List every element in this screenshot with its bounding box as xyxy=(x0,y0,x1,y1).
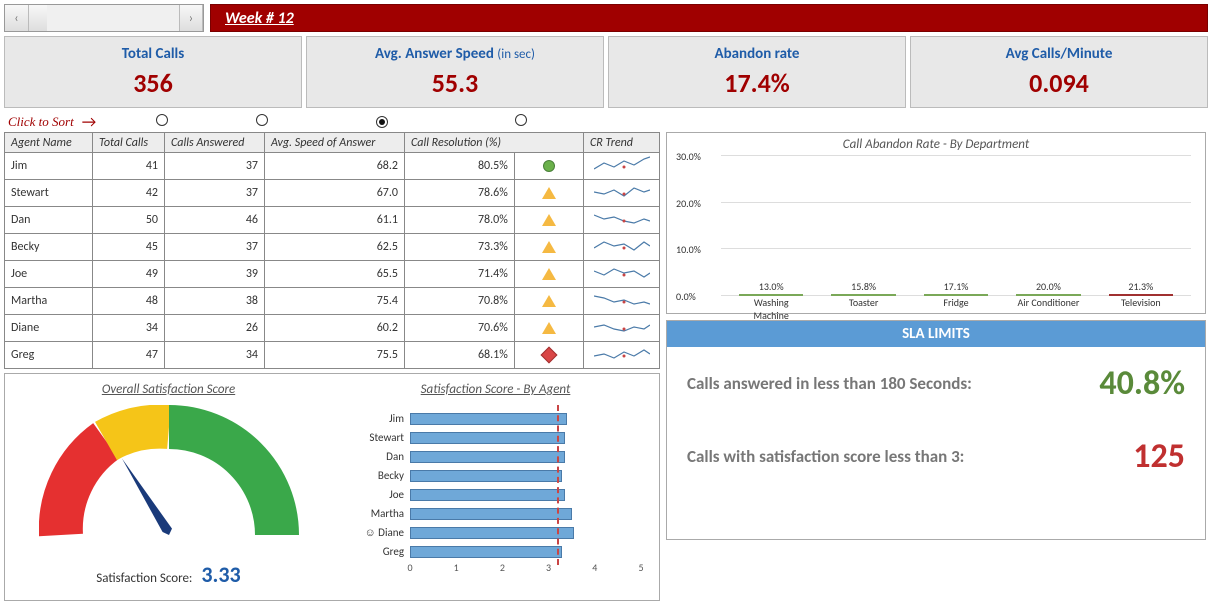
kpi-calls-per-minute: Avg Calls/Minute 0.094 xyxy=(910,36,1208,108)
status-y-icon xyxy=(542,322,556,334)
week-prev-button[interactable]: ‹ xyxy=(5,5,29,31)
sat-bar-row: Becky xyxy=(350,466,641,485)
kpi-total-calls: Total Calls 356 xyxy=(4,36,302,108)
score-value: 3.33 xyxy=(201,561,240,588)
abandon-chart-title: Call Abandon Rate - By Department xyxy=(671,137,1201,152)
gauge-panel: Overall Satisfaction Score Satisfaction … xyxy=(5,374,332,600)
sat-bar-row: Stewart xyxy=(350,428,641,447)
sat-bar-row: Joe xyxy=(350,485,641,504)
week-label: Week # 12 xyxy=(210,4,1208,32)
kpi-value: 55.3 xyxy=(311,67,599,99)
kpi-answer-speed: Avg. Answer Speed (in sec) 55.3 xyxy=(306,36,604,108)
kpi-title: Avg Calls/Minute xyxy=(915,45,1203,63)
table-row: Dan504661.178.0% xyxy=(5,207,660,234)
kpi-abandon-rate: Abandon rate 17.4% xyxy=(608,36,906,108)
table-row: Martha483875.470.8% xyxy=(5,288,660,315)
sparkline-icon xyxy=(594,209,650,227)
sort-radio-4[interactable] xyxy=(515,114,527,126)
table-row: Becky453762.573.3% xyxy=(5,234,660,261)
table-row: Joe493965.571.4% xyxy=(5,261,660,288)
sparkline-icon xyxy=(594,155,650,173)
sparkline-icon xyxy=(594,182,650,200)
gauge-chart xyxy=(39,405,299,555)
sat-bar-row: Jim xyxy=(350,409,641,428)
sat-bar-row: Dan xyxy=(350,447,641,466)
kpi-title: Total Calls xyxy=(9,45,297,63)
kpi-value: 356 xyxy=(9,67,297,99)
status-y-icon xyxy=(542,214,556,226)
arrow-right-icon: → xyxy=(82,113,96,132)
sort-radio-1[interactable] xyxy=(156,114,168,126)
sparkline-icon xyxy=(594,236,650,254)
kpi-value: 17.4% xyxy=(613,67,901,99)
status-y-icon xyxy=(542,268,556,280)
table-row: Diane342660.270.6% xyxy=(5,315,660,342)
kpi-value: 0.094 xyxy=(915,67,1203,99)
sat-bar-row: Greg xyxy=(350,542,641,561)
sparkline-icon xyxy=(594,344,650,362)
sla-text-1: Calls answered in less than 180 Seconds: xyxy=(687,373,1079,394)
sat-title: Satisfaction Score - By Agent xyxy=(340,382,651,397)
sparkline-icon xyxy=(594,263,650,281)
sat-bar-row: Martha xyxy=(350,504,641,523)
table-row: Greg473475.568.1% xyxy=(5,342,660,369)
sat-bar-row: ☺ Diane xyxy=(350,523,641,542)
status-r-icon xyxy=(540,347,557,364)
gauge-title: Overall Satisfaction Score xyxy=(13,382,324,397)
sla-text-2: Calls with satisfaction score less than … xyxy=(687,446,1113,467)
sparkline-icon xyxy=(594,317,650,335)
week-next-button[interactable]: › xyxy=(179,5,203,31)
kpi-title: Avg. Answer Speed (in sec) xyxy=(311,45,599,63)
status-y-icon xyxy=(542,241,556,253)
status-y-icon xyxy=(542,187,556,199)
table-row: Stewart423767.078.6% xyxy=(5,180,660,207)
sparkline-icon xyxy=(594,290,650,308)
week-scroll-track[interactable] xyxy=(29,5,179,31)
status-g-icon xyxy=(543,160,555,172)
week-navigator[interactable]: ‹ › xyxy=(4,4,204,32)
sort-hint-label: Click to Sort xyxy=(8,114,74,130)
sort-radio-2[interactable] xyxy=(256,114,268,126)
agents-table: Agent NameTotal CallsCalls AnsweredAvg. … xyxy=(4,132,660,369)
sort-radio-3[interactable] xyxy=(376,116,388,128)
satisfaction-by-agent-panel: Satisfaction Score - By Agent JimStewart… xyxy=(332,374,659,600)
kpi-title: Abandon rate xyxy=(613,45,901,63)
abandon-chart-panel: Call Abandon Rate - By Department 0.0%10… xyxy=(666,132,1206,314)
status-y-icon xyxy=(542,295,556,307)
sla-header: SLA LIMITS xyxy=(667,321,1205,347)
score-label: Satisfaction Score: xyxy=(96,571,192,586)
sla-panel: SLA LIMITS Calls answered in less than 1… xyxy=(666,320,1206,540)
sla-value-2: 125 xyxy=(1133,436,1185,477)
table-row: Jim413768.280.5% xyxy=(5,153,660,180)
sla-value-1: 40.8% xyxy=(1099,363,1185,404)
